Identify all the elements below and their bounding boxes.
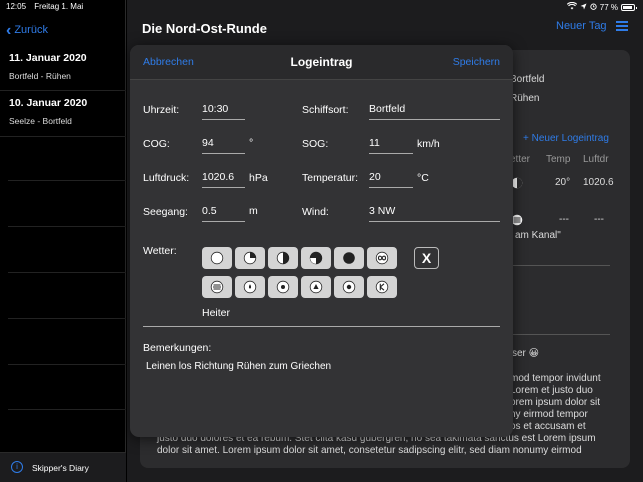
overcast-icon[interactable] bbox=[334, 247, 364, 269]
save-button[interactable]: Speichern bbox=[453, 56, 500, 68]
half-cloud-icon[interactable] bbox=[268, 247, 298, 269]
back-label: Zurück bbox=[14, 24, 48, 36]
sea-state-field[interactable]: 0.5 bbox=[202, 205, 245, 222]
wind-label: Wind: bbox=[302, 206, 329, 218]
sea-state-unit: m bbox=[249, 205, 258, 217]
trip-route: Bortfeld - Rühen bbox=[9, 71, 71, 81]
temperature-field[interactable]: 20 bbox=[369, 171, 413, 188]
snow-icon[interactable] bbox=[301, 276, 331, 298]
location-field[interactable]: Bortfeld bbox=[369, 103, 500, 120]
remarks-label: Bemerkungen: bbox=[143, 342, 212, 354]
status-date: Freitag 1. Mai bbox=[34, 2, 84, 11]
pressure-label: Luftdruck: bbox=[143, 172, 190, 184]
status-bar: 12:05 Freitag 1. Mai 77 % bbox=[0, 0, 643, 14]
rain-shower-icon[interactable] bbox=[334, 276, 364, 298]
time-field[interactable]: 10:30 bbox=[202, 103, 245, 120]
bg-lorem-line: mod tempor invidunt bbox=[510, 373, 601, 384]
trip-item[interactable]: 11. Januar 2020 Bortfeld - Rühen bbox=[0, 46, 126, 91]
col-weather: etter bbox=[510, 154, 531, 165]
bg-quote-fragment: am Kanal" bbox=[515, 230, 561, 241]
sog-unit: km/h bbox=[417, 138, 440, 150]
bg-lorem-line: orem ipsum dolor sit bbox=[510, 397, 601, 408]
pressure-field[interactable]: 1020.6 bbox=[202, 171, 245, 188]
bg-lorem-line: os et accusam et bbox=[510, 421, 586, 432]
clear-sky-icon[interactable] bbox=[202, 247, 232, 269]
location-label: Schiffsort: bbox=[302, 104, 349, 116]
row2-pressure: --- bbox=[594, 214, 604, 225]
cog-field[interactable]: 94 bbox=[202, 137, 245, 154]
bg-from: Bortfeld bbox=[510, 74, 545, 85]
remarks-field[interactable]: Leinen los Richtung Rühen zum Griechen bbox=[146, 361, 331, 372]
page-title: Die Nord-Ost-Runde bbox=[142, 21, 267, 36]
alarm-icon bbox=[590, 3, 597, 12]
selected-weather: Heiter bbox=[202, 307, 231, 319]
rain-icon[interactable] bbox=[268, 276, 298, 298]
wifi-icon bbox=[566, 1, 577, 12]
location-icon bbox=[580, 3, 587, 12]
empty-row bbox=[8, 272, 126, 273]
new-day-button[interactable]: Neuer Tag bbox=[556, 20, 607, 32]
weather-label: Wetter: bbox=[143, 245, 177, 257]
time-label: Uhrzeit: bbox=[143, 104, 180, 116]
modal-header: Abbrechen Logeintrag Speichern bbox=[130, 45, 513, 80]
temperature-label: Temperatur: bbox=[302, 172, 359, 184]
cog-unit: ° bbox=[249, 137, 254, 149]
fog-icon[interactable] bbox=[202, 276, 232, 298]
drizzle-icon[interactable] bbox=[235, 276, 265, 298]
empty-row bbox=[8, 226, 126, 227]
weather-divider bbox=[143, 326, 500, 327]
three-quarter-cloud-icon[interactable] bbox=[301, 247, 331, 269]
info-icon[interactable]: i bbox=[11, 461, 23, 473]
thunderstorm-icon[interactable] bbox=[367, 276, 397, 298]
haze-icon[interactable] bbox=[367, 247, 397, 269]
chevron-left-icon: ‹ bbox=[6, 21, 12, 39]
bg-lorem-line: ny eirmod tempor bbox=[510, 409, 588, 420]
battery-icon bbox=[621, 3, 637, 11]
cog-label: COG: bbox=[143, 138, 170, 150]
bg-lorem-line: Lorem et justo duo bbox=[510, 385, 593, 396]
new-log-entry-button[interactable]: + Neuer Logeintrag bbox=[523, 133, 609, 144]
empty-row bbox=[8, 318, 126, 319]
col-pressure: Luftdr bbox=[583, 154, 609, 165]
battery-percent: 77 % bbox=[599, 2, 618, 12]
trip-route: Seelze - Bortfeld bbox=[9, 116, 72, 126]
col-temp: Temp bbox=[546, 154, 571, 165]
wind-field[interactable]: 3 NW bbox=[369, 205, 500, 222]
sea-state-label: Seegang: bbox=[143, 206, 188, 218]
trip-date: 11. Januar 2020 bbox=[9, 52, 87, 64]
sidebar-footer: i Skipper's Diary bbox=[0, 452, 126, 482]
back-button[interactable]: ‹ Zurück bbox=[6, 21, 48, 39]
row1-pressure: 1020.6 bbox=[583, 177, 614, 188]
log-entry-modal: Abbrechen Logeintrag Speichern Uhrzeit: … bbox=[130, 45, 513, 437]
pressure-unit: hPa bbox=[249, 172, 268, 184]
empty-row bbox=[8, 180, 126, 181]
clear-weather-button[interactable]: X bbox=[414, 247, 439, 269]
trip-item[interactable]: 10. Januar 2020 Seelze - Bortfeld bbox=[0, 91, 126, 137]
empty-row bbox=[8, 409, 126, 410]
empty-row bbox=[8, 364, 126, 365]
temperature-unit: °C bbox=[417, 172, 429, 184]
bg-wasser-fragment: ser 😀 bbox=[512, 348, 540, 359]
bg-to: Rühen bbox=[510, 93, 540, 104]
bg-lorem-line: dolor sit amet. Lorem ipsum dolor sit am… bbox=[157, 445, 582, 456]
status-time: 12:05 bbox=[6, 2, 27, 11]
trip-date: 10. Januar 2020 bbox=[9, 97, 88, 109]
row1-temp: 20° bbox=[555, 177, 571, 188]
quarter-cloud-icon[interactable] bbox=[235, 247, 265, 269]
row2-temp: --- bbox=[559, 214, 569, 225]
sog-label: SOG: bbox=[302, 138, 329, 150]
app-name: Skipper's Diary bbox=[32, 463, 89, 473]
list-menu-icon[interactable] bbox=[616, 21, 628, 31]
sog-field[interactable]: 11 bbox=[369, 137, 413, 154]
sidebar: ‹ Zurück 11. Januar 2020 Bortfeld - Rühe… bbox=[0, 0, 126, 482]
